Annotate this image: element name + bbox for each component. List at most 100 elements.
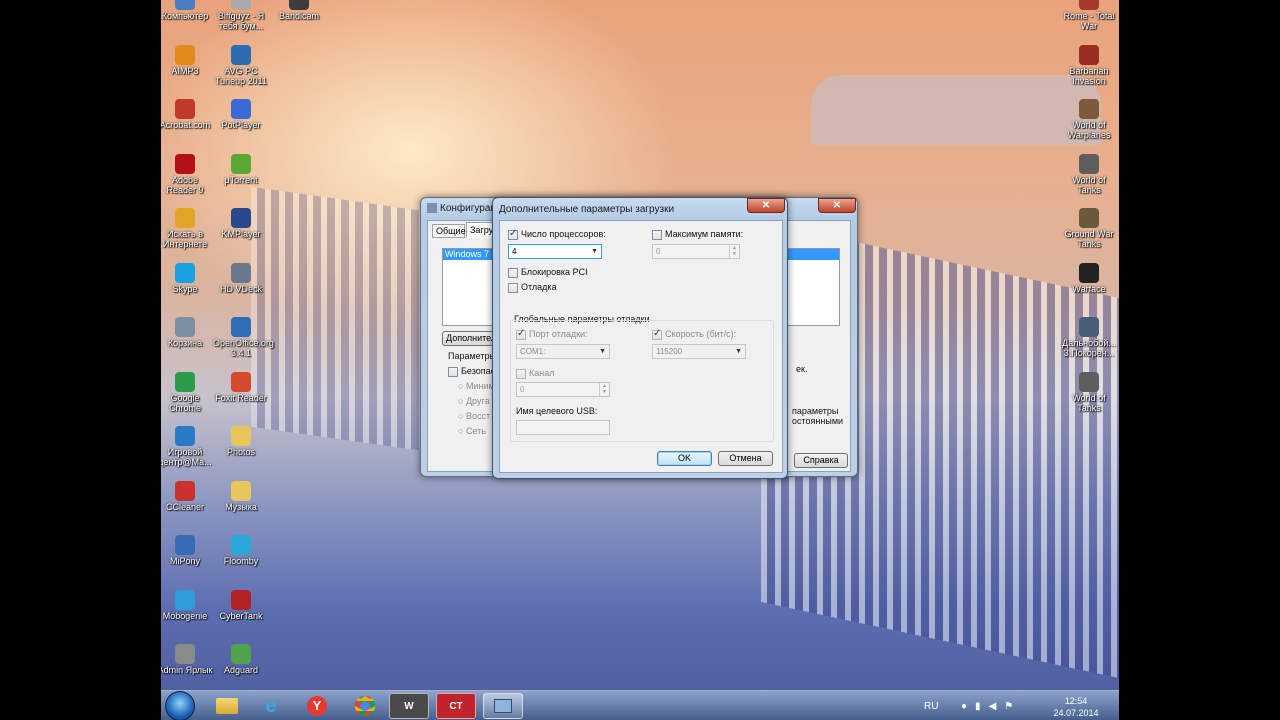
desktop-icon[interactable]: World of Tanks	[1061, 153, 1117, 195]
tanks-icon	[1079, 371, 1099, 392]
desktop-icon[interactable]: KMPlayer	[213, 208, 269, 239]
msconfig-taskbar-icon[interactable]	[483, 693, 523, 719]
dialog-client-area: Число процессоров: 4▼ Максимум памяти: 0…	[499, 220, 783, 473]
channel-checkbox[interactable]: Канал	[516, 368, 554, 379]
permanent-settings-label-1: параметры	[792, 406, 839, 416]
baud-rate-checkbox[interactable]: Скорость (бит/с):	[652, 328, 736, 340]
desktop-icon[interactable]: Корзина	[161, 317, 213, 348]
world-of-tanks-taskbar-icon[interactable]: W	[389, 693, 429, 719]
folder-icon	[231, 480, 251, 501]
desktop-icon[interactable]: Google Chrome	[161, 371, 213, 413]
ok-button[interactable]: OK	[657, 451, 712, 466]
flag-icon[interactable]: ⚑	[1004, 701, 1021, 712]
bluetooth-icon[interactable]: ●	[961, 701, 975, 712]
desktop-icon[interactable]: Skype	[161, 262, 213, 294]
desktop-icon[interactable]: Компьютер	[161, 0, 213, 21]
dialog-close-button[interactable]: ✕	[747, 198, 785, 213]
desktop-icon[interactable]: AIMP3	[161, 44, 213, 76]
desktop-icon[interactable]: World of Tanks	[1061, 371, 1117, 413]
safe-option-alternate[interactable]: ○ Друга	[458, 396, 490, 406]
desktop-icon[interactable]: Искать в Интернете	[161, 208, 213, 249]
safe-option-repair[interactable]: ○ Восст	[458, 411, 490, 421]
debug-port-checkbox[interactable]: Порт отладки:	[516, 328, 588, 340]
desktop-icon[interactable]: OpenOffice.org 3.4.1	[213, 317, 274, 358]
desktop-icon[interactable]: PotPlayer	[213, 99, 269, 130]
desktop-icon-label: Skype	[172, 283, 198, 294]
truck-game-icon	[1079, 317, 1099, 337]
explorer-taskbar-icon[interactable]	[207, 693, 247, 719]
desktop-icon[interactable]: World of Warplanes	[1061, 99, 1117, 140]
usb-target-label: Имя целевого USB:	[516, 406, 598, 416]
desktop-icon[interactable]: Photos	[213, 426, 269, 457]
desktop-icon[interactable]: Adobe Reader 9	[161, 153, 213, 195]
floomby-icon	[231, 535, 251, 555]
baud-rate-select[interactable]: 115200 ▼	[652, 344, 746, 359]
usb-target-input[interactable]	[516, 420, 610, 435]
advanced-options-button[interactable]: Дополнител	[442, 331, 496, 346]
desktop-icon[interactable]: Ground War Tanks	[1061, 208, 1117, 249]
ccleaner-icon	[175, 480, 195, 501]
tanks-icon	[1079, 153, 1099, 174]
desktop-icon-label: Adguard	[223, 665, 259, 675]
safe-boot-checkbox[interactable]: Безопас	[448, 366, 495, 377]
desktop-icon[interactable]: Floomby	[213, 535, 269, 566]
desktop-icon[interactable]: Rome - Total War	[1061, 0, 1117, 31]
advanced-boot-options-dialog[interactable]: Дополнительные параметры загрузки ✕ Числ…	[492, 197, 788, 479]
debug-port-select[interactable]: COM1: ▼	[516, 344, 610, 359]
channel-input[interactable]: 0 ▲ ▼	[516, 382, 610, 397]
desktop-icon[interactable]: CyberTank	[213, 589, 269, 621]
max-memory-checkbox[interactable]: Максимум памяти:	[652, 229, 743, 240]
cybertank-icon	[231, 589, 251, 610]
tray-icons[interactable]: ●▮◀⚑	[961, 701, 1041, 713]
clock[interactable]: 12:54 24.07.2014	[1041, 695, 1111, 719]
yandex-browser-taskbar-icon[interactable]: Y	[297, 693, 337, 719]
desktop-icon[interactable]: Acrobat.com	[161, 99, 213, 130]
desktop-icon[interactable]: μTorrent	[213, 153, 269, 185]
desktop-icon[interactable]: Biffguyz - Я тебя бум...	[213, 0, 269, 31]
debug-checkbox[interactable]: Отладка	[508, 282, 557, 293]
start-button[interactable]	[165, 691, 195, 720]
desktop-icon-label: OpenOffice.org 3.4.1	[213, 338, 274, 358]
help-button[interactable]: Справка	[794, 453, 848, 468]
cybertank-taskbar-icon[interactable]: CT	[436, 693, 476, 719]
tab-general[interactable]: Общие	[432, 224, 466, 238]
close-button[interactable]: ✕	[818, 198, 856, 213]
num-processors-select[interactable]: 4 ▼	[508, 244, 602, 259]
desktop-icon-label: CyberTank	[219, 610, 263, 621]
desktop-icon-label: Google Chrome	[168, 392, 201, 413]
internet-explorer-taskbar-icon[interactable]: e	[251, 693, 291, 719]
pci-lock-checkbox[interactable]: Блокировка PCI	[508, 267, 588, 278]
desktop-icon-label: Mobogenie	[162, 610, 208, 621]
desktop-icon[interactable]: Adguard	[213, 644, 269, 675]
desktop-icon[interactable]: Admin Ярлык	[161, 644, 213, 675]
desktop-icon[interactable]: Дальнобой... 3.Покорен...	[1061, 317, 1117, 358]
desktop-icon-label: KMPlayer	[221, 229, 261, 239]
desktop-icon[interactable]: Barbarian Invasion	[1061, 44, 1117, 86]
language-indicator[interactable]: RU	[924, 701, 938, 712]
desktop-icon[interactable]: Foxit Reader	[213, 371, 269, 403]
desktop-icon-label: Компьютер	[161, 11, 209, 21]
safe-option-network[interactable]: ○ Сеть	[458, 426, 486, 436]
desktop-icon[interactable]: HD VDeck	[213, 262, 269, 294]
hd-vdeck-icon	[231, 262, 251, 283]
desktop-icon[interactable]: Mobogenie	[161, 589, 213, 621]
safe-option-minimal[interactable]: ○ Миним	[458, 381, 495, 391]
cancel-button[interactable]: Отмена	[718, 451, 773, 466]
desktop-icon[interactable]: MiPony	[161, 535, 213, 566]
num-processors-checkbox[interactable]: Число процессоров:	[508, 228, 606, 240]
spinner-icon[interactable]: ▲ ▼	[599, 383, 609, 396]
avg-icon	[231, 44, 251, 65]
network-icon[interactable]: ▮	[975, 701, 989, 712]
spinner-icon[interactable]: ▲ ▼	[729, 245, 739, 258]
ground-war-icon	[1079, 208, 1099, 228]
desktop-icon[interactable]: AVG PC Tuneup 2011	[213, 44, 269, 86]
desktop-icon[interactable]: Игровой центр@Ma...	[161, 426, 213, 467]
volume-icon[interactable]: ◀	[989, 701, 1005, 712]
adobe-reader-icon	[175, 153, 195, 174]
chrome-taskbar-icon[interactable]	[345, 693, 385, 719]
desktop-icon[interactable]: CCleaner	[161, 480, 213, 512]
desktop-icon[interactable]: Музыка	[213, 480, 269, 512]
desktop-icon[interactable]: Bandicam	[271, 0, 327, 21]
max-memory-input[interactable]: 0 ▲ ▼	[652, 244, 740, 259]
desktop-icon[interactable]: Warface	[1061, 262, 1117, 294]
